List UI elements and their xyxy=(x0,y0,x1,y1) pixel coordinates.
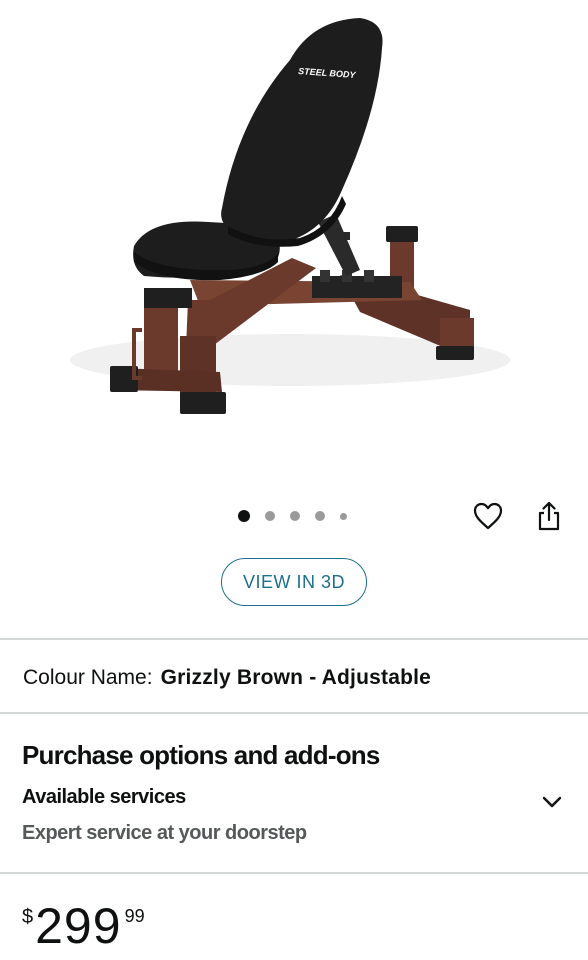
price-fraction: 99 xyxy=(124,906,145,926)
colour-name-row: Colour Name: Grizzly Brown - Adjustable xyxy=(23,666,431,690)
share-button[interactable] xyxy=(531,498,567,534)
section-divider xyxy=(0,712,588,714)
price-whole: 299 xyxy=(35,898,122,954)
image-carousel-indicator[interactable] xyxy=(238,508,347,524)
view-in-3d-button[interactable]: VIEW IN 3D xyxy=(221,558,367,606)
price-currency-symbol: $ xyxy=(22,906,34,928)
share-icon xyxy=(538,501,560,531)
colour-name-value: Grizzly Brown - Adjustable xyxy=(160,666,432,689)
wishlist-button[interactable] xyxy=(470,498,506,534)
product-image[interactable]: STEEL BODY xyxy=(60,0,520,470)
product-image-gallery[interactable]: STEEL BODY xyxy=(0,0,588,490)
section-divider xyxy=(0,638,588,640)
carousel-dot-4[interactable] xyxy=(315,511,325,521)
price: $ 299 99 xyxy=(22,896,145,956)
carousel-dot-1[interactable] xyxy=(238,510,250,522)
purchase-options-heading: Purchase options and add-ons xyxy=(22,740,380,770)
carousel-dot-2[interactable] xyxy=(265,511,275,521)
carousel-dot-3[interactable] xyxy=(290,511,300,521)
section-divider xyxy=(0,872,588,874)
view-in-3d-label: VIEW IN 3D xyxy=(242,571,345,592)
colour-name-label: Colour Name: xyxy=(23,666,153,689)
chevron-down-icon xyxy=(542,796,562,808)
available-services-label[interactable]: Available services xyxy=(22,786,186,809)
carousel-dot-5[interactable] xyxy=(340,512,347,520)
expert-service-subtext[interactable]: Expert service at your doorstep xyxy=(22,822,307,845)
available-services-toggle[interactable] xyxy=(536,790,568,814)
heart-icon xyxy=(473,502,503,530)
